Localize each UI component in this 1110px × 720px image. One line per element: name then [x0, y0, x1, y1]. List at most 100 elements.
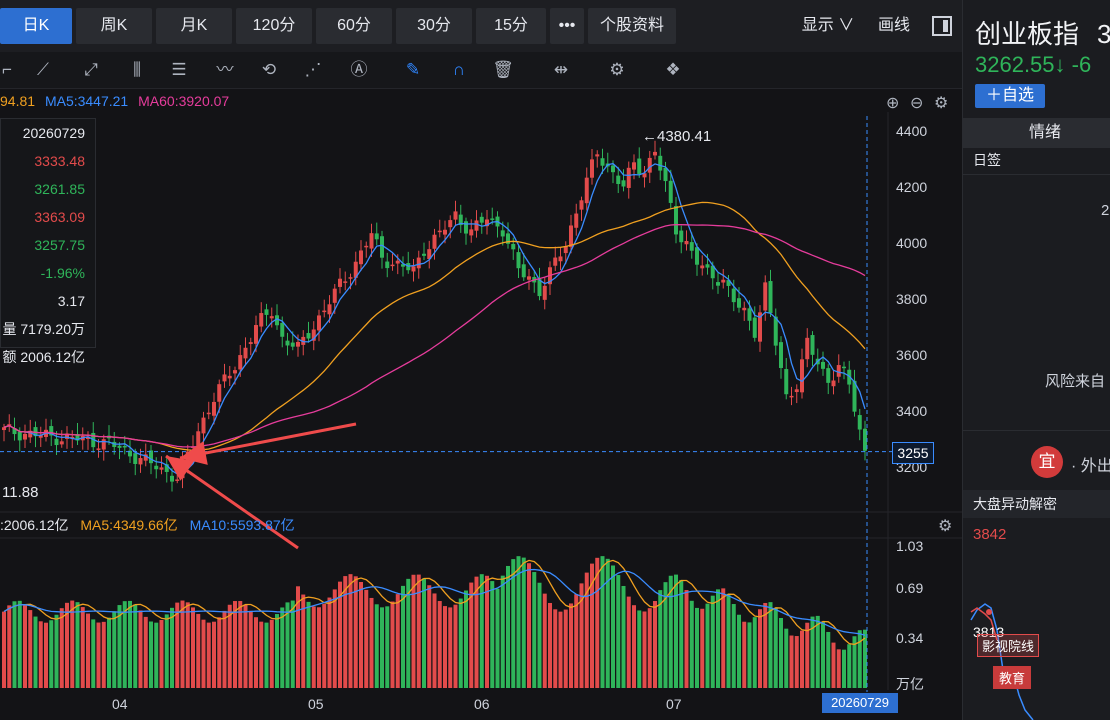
volume-bar — [747, 622, 752, 688]
volume-bar — [857, 630, 862, 688]
volume-bar — [621, 585, 626, 688]
volume-bar — [149, 621, 153, 688]
candle-body — [663, 167, 668, 182]
candle-body — [611, 165, 615, 173]
volume-bar — [815, 615, 820, 688]
yi-badge: 宜 — [1031, 446, 1063, 478]
outside-text: · 外出 — [1071, 458, 1110, 475]
volume-bar — [700, 608, 705, 688]
candle-body — [684, 240, 689, 245]
volume-bar — [44, 622, 48, 688]
volume-settings-icon[interactable]: ⚙ — [938, 516, 952, 536]
volume-bar — [721, 588, 726, 688]
volume-bar — [264, 622, 269, 688]
info-volume-value: 7179.20万 — [20, 321, 85, 337]
candle-body — [773, 316, 778, 346]
volume-tick: 0.69 — [896, 580, 924, 596]
volume-bar — [117, 605, 122, 688]
candle-body — [464, 221, 468, 234]
volume-bar — [821, 621, 825, 688]
candle-body — [285, 340, 290, 346]
info-amount: 额 2006.12亿 — [1, 343, 95, 371]
volume-bar — [96, 622, 101, 688]
volume-bar — [385, 606, 390, 688]
candlestick-chart[interactable] — [0, 0, 962, 720]
candle-body — [689, 242, 694, 251]
candle-body — [332, 288, 337, 303]
candle-body — [280, 322, 285, 337]
candle-body — [626, 167, 631, 188]
candle-body — [101, 439, 106, 450]
x-tick: 05 — [308, 696, 324, 712]
candle-body — [558, 256, 563, 262]
candle-body — [768, 281, 773, 314]
candle-body — [317, 315, 321, 331]
volume-bar — [285, 602, 290, 688]
candle-body — [159, 467, 164, 470]
price-tick: 4400 — [896, 123, 928, 139]
volume-bar — [122, 601, 127, 688]
candle-body — [122, 445, 127, 448]
daily-digit: 2 — [1101, 202, 1110, 219]
candle-body — [54, 438, 59, 446]
candle-body — [779, 342, 783, 368]
candle-body — [212, 401, 216, 416]
volume-unit: 万亿 — [896, 676, 924, 692]
volume-bar — [327, 597, 332, 688]
candle-body — [800, 359, 804, 393]
tag-cinema[interactable]: 影视院线 — [977, 634, 1040, 657]
candle-body — [805, 337, 810, 360]
candle-body — [254, 325, 258, 344]
volume-bar — [726, 593, 731, 688]
volume-bar — [784, 628, 789, 688]
candle-body — [170, 475, 174, 482]
volume-bar — [731, 604, 736, 688]
volume-bar — [516, 556, 521, 688]
volume-bar — [847, 644, 852, 688]
volume-ma10: MA10:5593.87亿 — [189, 517, 295, 533]
volume-bar — [401, 585, 405, 688]
candle-body — [343, 281, 348, 283]
candle-body — [474, 220, 479, 231]
volume-bar — [805, 622, 810, 688]
volume-bar — [653, 601, 657, 688]
candle-body — [437, 230, 442, 233]
volume-bar — [411, 574, 416, 688]
volume-bar — [432, 593, 437, 688]
volume-bar — [647, 608, 652, 688]
ma5-line — [3, 162, 866, 475]
info-low: 3363.09 — [34, 209, 85, 225]
price-tick: 3800 — [896, 291, 928, 307]
volume-bar — [159, 619, 164, 688]
candle-body — [259, 313, 264, 327]
candle-body — [217, 384, 222, 402]
volume-bar — [490, 581, 495, 688]
candle-body — [731, 288, 736, 303]
volume-bar — [364, 589, 369, 688]
candle-body — [716, 282, 720, 286]
volume-bar — [164, 614, 169, 688]
risk-text: 风险来自 — [1045, 373, 1106, 390]
candle-body — [500, 230, 505, 237]
price-tick: 4200 — [896, 179, 928, 195]
candle-body — [842, 366, 846, 369]
low-annotation: 11.88 — [2, 484, 39, 501]
volume-bar — [49, 620, 54, 688]
volume-bar — [464, 590, 468, 688]
candle-body — [348, 277, 353, 279]
tab-sentiment[interactable]: 情绪 — [963, 118, 1110, 148]
candle-body — [553, 257, 558, 266]
volume-bar — [154, 622, 159, 688]
index-title: 创业板指3 — [975, 19, 1110, 49]
tag-education[interactable]: 教育 — [993, 666, 1032, 689]
volume-bar — [217, 617, 222, 688]
volume-bar — [758, 609, 762, 688]
candle-body — [679, 230, 684, 243]
volume-bar — [322, 604, 327, 688]
volume-bar — [170, 607, 174, 688]
candle-body — [322, 310, 327, 313]
candle-body — [238, 355, 243, 370]
candle-body — [138, 458, 143, 465]
market-anomaly-header[interactable]: 大盘异动解密 — [963, 490, 1110, 518]
add-watchlist-button[interactable]: ＋自选 — [975, 84, 1045, 108]
